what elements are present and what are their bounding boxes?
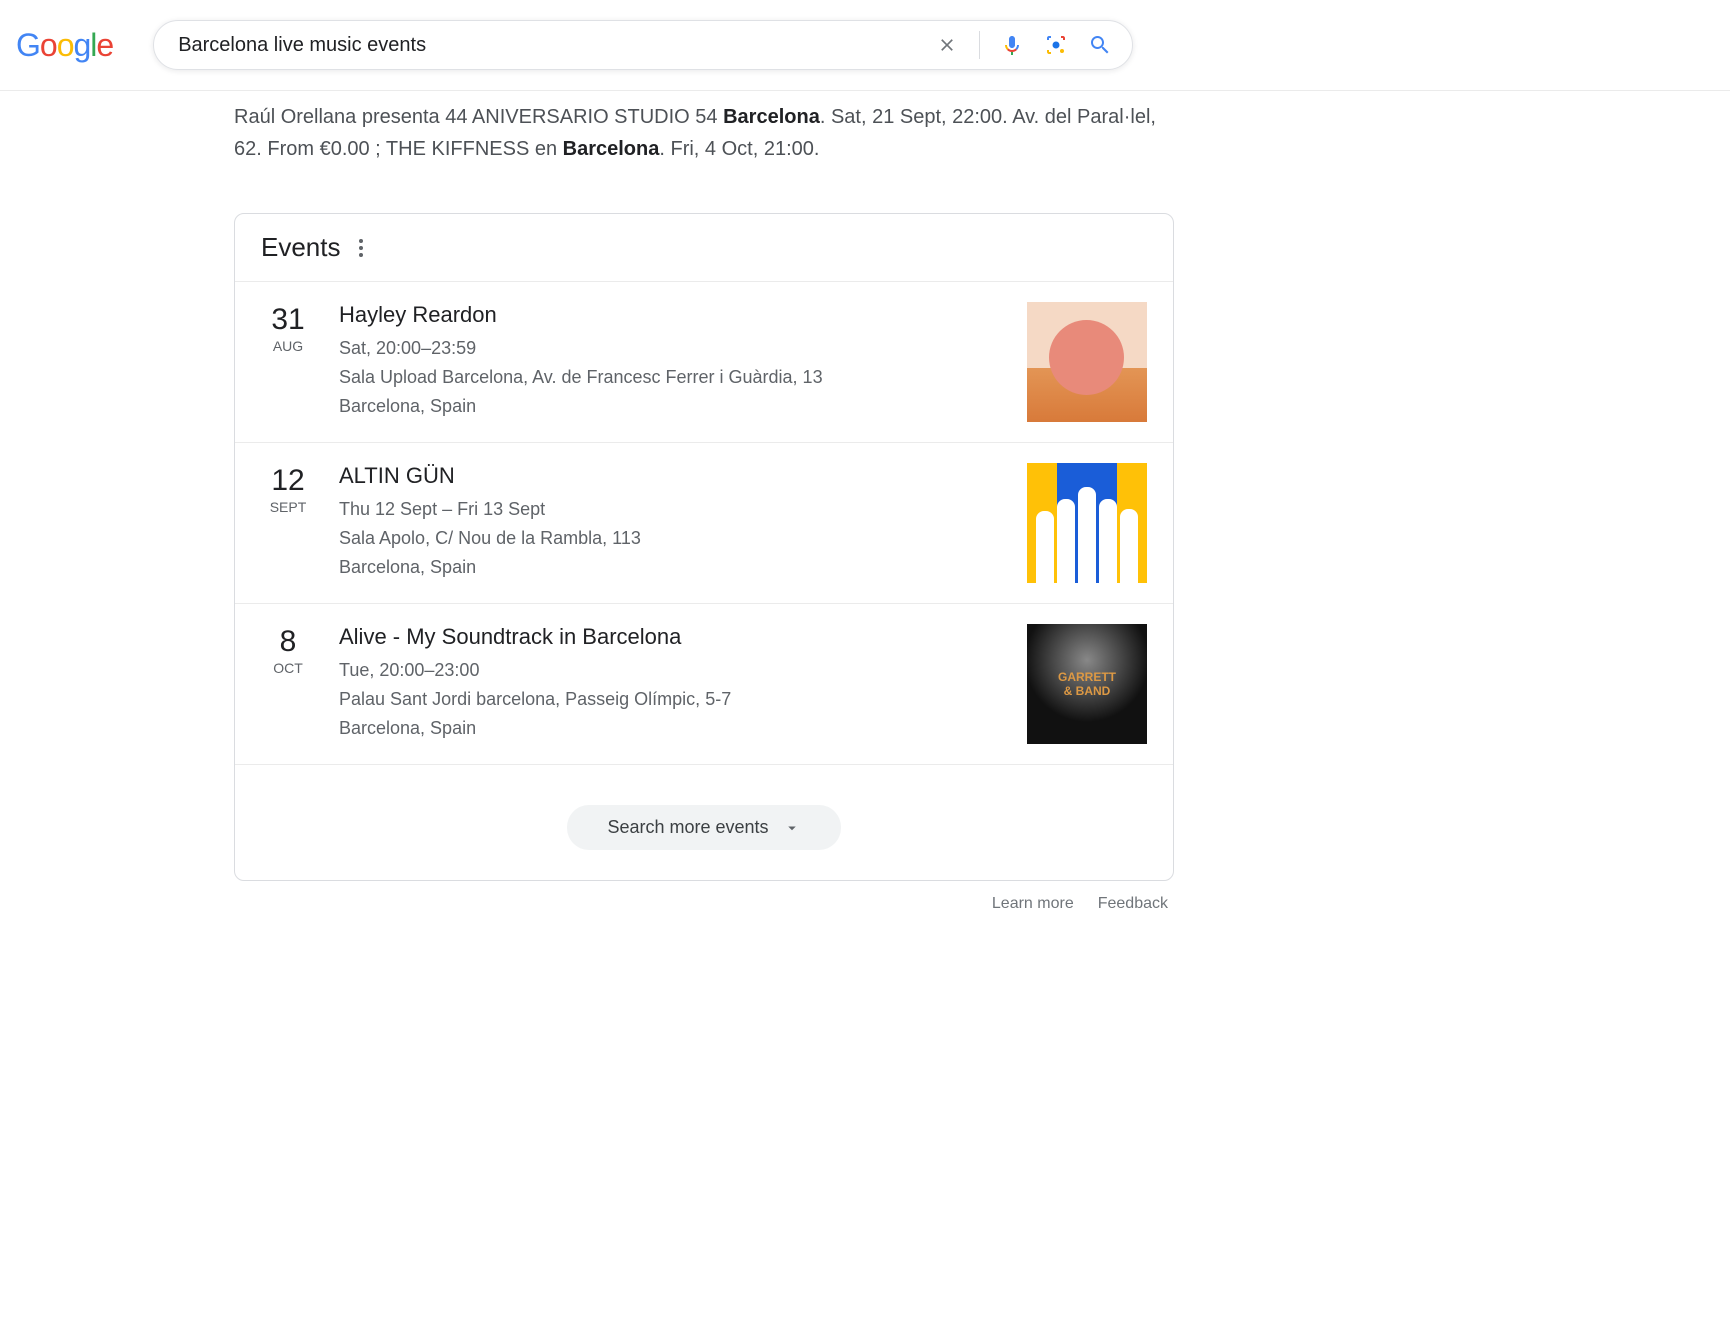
more-options-icon[interactable]	[359, 239, 363, 257]
event-title: Alive - My Soundtrack in Barcelona	[339, 624, 1003, 650]
event-month: OCT	[261, 660, 315, 676]
event-title: Hayley Reardon	[339, 302, 1003, 328]
snippet-text: . Fri, 4 Oct, 21:00.	[659, 138, 819, 160]
event-time: Tue, 20:00–23:00	[339, 656, 1003, 685]
event-date: 31 AUG	[261, 302, 315, 422]
chevron-down-icon	[783, 819, 801, 837]
events-panel: Events 31 AUG Hayley Reardon Sat, 20:00–…	[234, 213, 1174, 881]
google-logo[interactable]: Google	[16, 27, 113, 64]
event-info: ALTIN GÜN Thu 12 Sept – Fri 13 Sept Sala…	[339, 463, 1003, 583]
learn-more-link[interactable]: Learn more	[992, 895, 1074, 913]
event-venue: Sala Upload Barcelona, Av. de Francesc F…	[339, 363, 1003, 392]
event-location: Barcelona, Spain	[339, 392, 1003, 421]
snippet-text: Raúl Orellana presenta 44 ANIVERSARIO ST…	[234, 106, 723, 128]
results-content: Raúl Orellana presenta 44 ANIVERSARIO ST…	[234, 91, 1174, 927]
search-icon[interactable]	[1088, 33, 1112, 57]
feedback-link[interactable]: Feedback	[1098, 895, 1168, 913]
snippet-bold: Barcelona	[723, 106, 820, 128]
event-day: 12	[261, 463, 315, 499]
event-thumbnail	[1027, 463, 1147, 583]
event-thumbnail	[1027, 302, 1147, 422]
featured-snippet: Raúl Orellana presenta 44 ANIVERSARIO ST…	[234, 101, 1174, 165]
event-day: 8	[261, 624, 315, 660]
lens-search-icon[interactable]	[1044, 33, 1068, 57]
search-bar	[153, 20, 1133, 70]
event-month: AUG	[261, 338, 315, 354]
voice-search-icon[interactable]	[1000, 33, 1024, 57]
search-tools	[935, 31, 1120, 59]
event-location: Barcelona, Spain	[339, 553, 1003, 582]
snippet-bold: Barcelona	[563, 138, 660, 160]
search-more-label: Search more events	[607, 817, 768, 838]
search-input[interactable]	[178, 34, 935, 57]
event-row[interactable]: 12 SEPT ALTIN GÜN Thu 12 Sept – Fri 13 S…	[235, 443, 1173, 604]
events-title: Events	[261, 232, 341, 263]
event-time: Thu 12 Sept – Fri 13 Sept	[339, 495, 1003, 524]
search-more-wrap: Search more events	[235, 764, 1173, 880]
event-location: Barcelona, Spain	[339, 714, 1003, 743]
divider	[979, 31, 980, 59]
event-date: 12 SEPT	[261, 463, 315, 583]
footer-links: Learn more Feedback	[234, 881, 1174, 927]
clear-icon[interactable]	[935, 33, 959, 57]
event-month: SEPT	[261, 499, 315, 515]
event-title: ALTIN GÜN	[339, 463, 1003, 489]
event-row[interactable]: 31 AUG Hayley Reardon Sat, 20:00–23:59 S…	[235, 282, 1173, 443]
event-row[interactable]: 8 OCT Alive - My Soundtrack in Barcelona…	[235, 604, 1173, 765]
search-more-button[interactable]: Search more events	[567, 805, 840, 850]
event-info: Hayley Reardon Sat, 20:00–23:59 Sala Upl…	[339, 302, 1003, 422]
event-thumbnail: GARRETT& BAND	[1027, 624, 1147, 744]
event-venue: Palau Sant Jordi barcelona, Passeig Olím…	[339, 685, 1003, 714]
header: Google	[0, 0, 1730, 91]
event-day: 31	[261, 302, 315, 338]
event-time: Sat, 20:00–23:59	[339, 334, 1003, 363]
event-date: 8 OCT	[261, 624, 315, 744]
event-info: Alive - My Soundtrack in Barcelona Tue, …	[339, 624, 1003, 744]
events-header: Events	[235, 214, 1173, 282]
event-venue: Sala Apolo, C/ Nou de la Rambla, 113	[339, 524, 1003, 553]
